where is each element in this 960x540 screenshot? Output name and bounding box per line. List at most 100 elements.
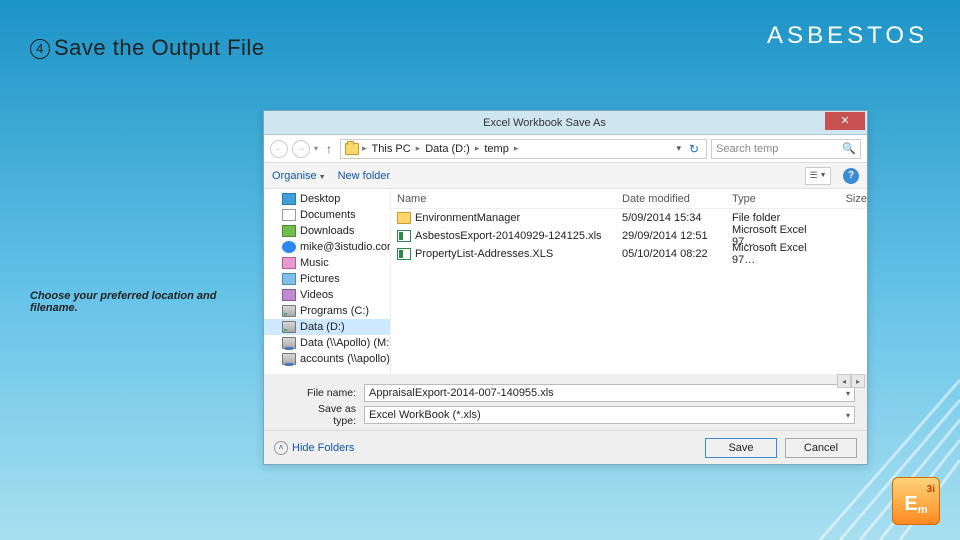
slide-heading: 4Save the Output File	[30, 35, 265, 61]
sky-icon	[282, 241, 296, 253]
file-date: 5/09/2014 15:34	[622, 212, 732, 224]
tree-item-label: Desktop	[300, 193, 340, 205]
filename-input[interactable]: AppraisalExport-2014-007-140955.xls ▾	[364, 384, 855, 402]
tree-item[interactable]: Music	[264, 255, 390, 271]
breadcrumb-segment[interactable]: Data (D:)	[423, 143, 472, 155]
chevron-right-icon: ▸	[514, 143, 519, 154]
save-as-type-label: Save as type:	[294, 403, 356, 427]
view-options-button[interactable]: ☰▼	[805, 167, 831, 185]
file-name: PropertyList-Addresses.XLS	[415, 248, 553, 260]
file-date: 29/09/2014 12:51	[622, 230, 732, 242]
tree-item[interactable]: Downloads	[264, 223, 390, 239]
column-date[interactable]: Date modified	[622, 193, 732, 205]
folder-icon	[397, 212, 411, 224]
titlebar[interactable]: Excel Workbook Save As ✕	[264, 111, 867, 135]
tree-item-label: Music	[300, 257, 329, 269]
tree-item-label: Documents	[300, 209, 356, 221]
save-as-dialog: Excel Workbook Save As ✕ ← → ▾ ↑ ▸ This …	[263, 110, 868, 465]
file-name: EnvironmentManager	[415, 212, 520, 224]
tree-item[interactable]: Pictures	[264, 271, 390, 287]
tree-item-label: accounts (\\apollo) (V	[300, 353, 391, 365]
chevron-right-icon: ▸	[475, 143, 480, 154]
search-input[interactable]: Search temp 🔍	[711, 139, 861, 159]
tree-item-label: Downloads	[300, 225, 354, 237]
file-row[interactable]: PropertyList-Addresses.XLS 05/10/2014 08:…	[391, 245, 867, 263]
column-headers[interactable]: Name Date modified Type Size	[391, 189, 867, 209]
drive-icon	[282, 321, 296, 333]
chevron-up-icon: ˄	[274, 441, 288, 455]
xls-icon	[397, 230, 411, 242]
file-date: 05/10/2014 08:22	[622, 248, 732, 260]
chevron-down-icon: ▼	[319, 174, 326, 181]
search-placeholder: Search temp	[716, 143, 778, 155]
slide-title-text: Save the Output File	[54, 35, 265, 60]
scroll-right-button[interactable]: ▸	[851, 374, 865, 388]
tree-item[interactable]: Documents	[264, 207, 390, 223]
breadcrumb[interactable]: ▸ This PC ▸ Data (D:) ▸ temp ▸ ▾ ↻	[340, 139, 707, 159]
nav-forward-button[interactable]: →	[292, 140, 310, 158]
tree-item[interactable]: Programs (C:)	[264, 303, 390, 319]
chevron-down-icon[interactable]: ▾	[846, 411, 850, 420]
docs-icon	[282, 209, 296, 221]
vids-icon	[282, 289, 296, 301]
xls-icon	[397, 248, 411, 260]
filename-label: File name:	[294, 387, 356, 399]
tree-item-label: Videos	[300, 289, 333, 301]
cancel-button[interactable]: Cancel	[785, 438, 857, 458]
tree-item-label: Data (D:)	[300, 321, 345, 333]
nav-bar: ← → ▾ ↑ ▸ This PC ▸ Data (D:) ▸ temp ▸ ▾…	[264, 135, 867, 163]
toolbar: Organise▼ New folder ☰▼ ?	[264, 163, 867, 189]
column-size[interactable]: Size	[827, 193, 867, 205]
netdrive-icon	[282, 337, 296, 349]
nav-back-button[interactable]: ←	[270, 140, 288, 158]
tree-item-label: Pictures	[300, 273, 340, 285]
brand-label: ASBESTOS	[767, 22, 928, 50]
save-button[interactable]: Save	[705, 438, 777, 458]
file-type: File folder	[732, 212, 827, 224]
netdrive-icon	[282, 353, 296, 365]
view-icon: ☰	[809, 170, 817, 181]
scroll-left-button[interactable]: ◂	[837, 374, 851, 388]
chevron-right-icon: ▸	[362, 143, 367, 154]
help-button[interactable]: ?	[843, 168, 859, 184]
tree-item[interactable]: accounts (\\apollo) (V	[264, 351, 390, 367]
recent-locations-button[interactable]: ▾	[314, 144, 318, 153]
drive-icon	[282, 305, 296, 317]
file-list: Name Date modified Type Size Environment…	[391, 189, 867, 374]
save-as-type-select[interactable]: Excel WorkBook (*.xls) ▾	[364, 406, 855, 424]
column-type[interactable]: Type	[732, 193, 827, 205]
breadcrumb-segment[interactable]: This PC	[370, 143, 413, 155]
pics-icon	[282, 273, 296, 285]
breadcrumb-dropdown-button[interactable]: ▾	[674, 143, 683, 154]
breadcrumb-segment[interactable]: temp	[482, 143, 510, 155]
file-name: AsbestosExport-20140929-124125.xls	[415, 230, 602, 242]
nav-up-button[interactable]: ↑	[322, 142, 336, 156]
tree-item[interactable]: mike@3istudio.com (s	[264, 239, 390, 255]
dl-icon	[282, 225, 296, 237]
file-type: Microsoft Excel 97…	[732, 242, 827, 266]
new-folder-button[interactable]: New folder	[338, 170, 391, 182]
chevron-right-icon: ▸	[416, 143, 421, 154]
column-name[interactable]: Name	[397, 193, 622, 205]
tree-item-label: Programs (C:)	[300, 305, 369, 317]
scrollbar-horizontal[interactable]: ◂ ▸	[837, 374, 865, 388]
tree-item-label: mike@3istudio.com (s	[300, 241, 391, 253]
folder-icon	[345, 143, 359, 155]
chevron-down-icon[interactable]: ▾	[846, 389, 850, 398]
hide-folders-button[interactable]: ˄ Hide Folders	[274, 441, 354, 455]
brand-logo: 3i Em	[892, 477, 940, 525]
close-icon: ✕	[840, 114, 849, 127]
dialog-footer: ˄ Hide Folders Save Cancel	[264, 430, 867, 464]
chevron-down-icon: ▼	[820, 172, 827, 179]
tree-item[interactable]: Data (D:)	[264, 319, 390, 335]
close-button[interactable]: ✕	[825, 112, 865, 130]
tree-item[interactable]: Data (\\Apollo) (M:)	[264, 335, 390, 351]
folder-tree[interactable]: Desktop Documents Downloads mike@3istudio.c…	[264, 189, 391, 374]
tree-item-label: Data (\\Apollo) (M:)	[300, 337, 391, 349]
slide-caption: Choose your preferred location and filen…	[30, 290, 230, 314]
tree-item[interactable]: Desktop	[264, 191, 390, 207]
organise-menu[interactable]: Organise▼	[272, 170, 326, 182]
tree-item[interactable]: Videos	[264, 287, 390, 303]
refresh-button[interactable]: ↻	[686, 142, 702, 156]
music-icon	[282, 257, 296, 269]
